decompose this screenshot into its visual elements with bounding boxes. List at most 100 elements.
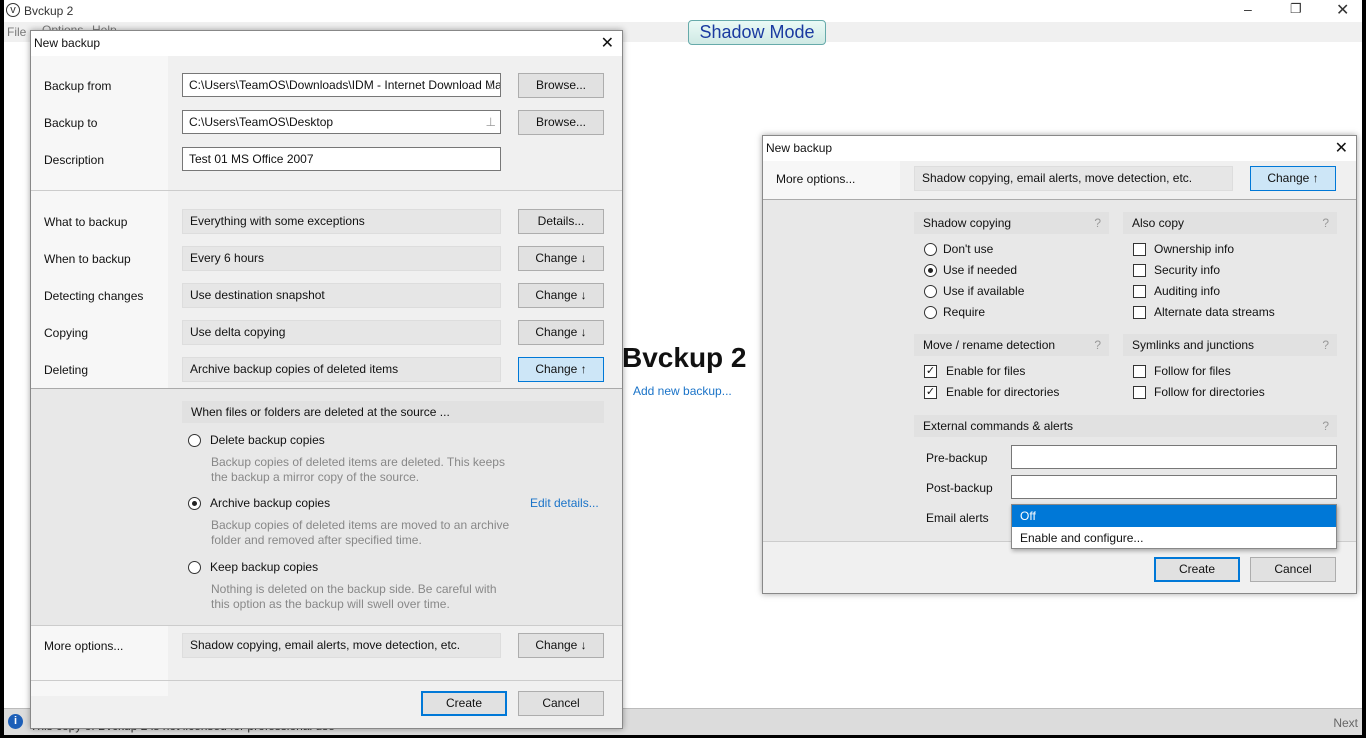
more-options-label: More options...: [776, 172, 856, 186]
shadow-option-label[interactable]: Use if available: [943, 284, 1024, 298]
move-dirs-checkbox[interactable]: ✓: [924, 386, 937, 399]
pin-icon[interactable]: ⊥: [486, 111, 496, 133]
divider: [31, 680, 622, 681]
browse-from-button[interactable]: Browse...: [518, 73, 604, 98]
close-dialog-button[interactable]: ✕: [1335, 136, 1348, 161]
more-options-value: Shadow copying, email alerts, move detec…: [914, 166, 1233, 191]
shadow-option-label[interactable]: Don't use: [943, 242, 993, 256]
security-checkbox[interactable]: [1133, 264, 1146, 277]
shadow-mode-button[interactable]: Shadow Mode: [688, 20, 826, 45]
shadow-require-radio[interactable]: [924, 306, 937, 319]
main-heading: Bvckup 2: [622, 342, 747, 373]
auditing-checkbox[interactable]: [1133, 285, 1146, 298]
copying-change-button[interactable]: Change ↓: [518, 320, 604, 345]
delete-radio[interactable]: [188, 434, 201, 447]
checkbox-label[interactable]: Auditing info: [1154, 284, 1220, 298]
create-button[interactable]: Create: [421, 691, 507, 716]
more-options-change-button[interactable]: Change ↓: [518, 633, 604, 658]
move-files-checkbox[interactable]: ✓: [924, 365, 937, 378]
backup-from-value: C:\Users\TeamOS\Downloads\IDM - Internet…: [189, 78, 501, 92]
divider: [31, 190, 622, 191]
copying-value: Use delta copying: [182, 320, 501, 345]
shadow-use-if-needed-radio[interactable]: [924, 264, 937, 277]
keep-option-label[interactable]: Keep backup copies: [210, 560, 318, 574]
archive-hint: Backup copies of deleted items are moved…: [211, 518, 510, 547]
deleting-value: Archive backup copies of deleted items: [182, 357, 501, 382]
close-button[interactable]: ✕: [1336, 0, 1349, 20]
browse-to-button[interactable]: Browse...: [518, 110, 604, 135]
dropdown-option-enable[interactable]: Enable and configure...: [1012, 527, 1336, 549]
more-options-label: More options...: [44, 639, 124, 653]
description-label: Description: [44, 153, 105, 167]
dropdown-option-off[interactable]: Off: [1012, 505, 1336, 527]
help-icon[interactable]: ?: [1322, 212, 1329, 234]
cancel-button[interactable]: Cancel: [1250, 557, 1336, 582]
archive-radio[interactable]: [188, 497, 201, 510]
backup-from-input[interactable]: C:\Users\TeamOS\Downloads\IDM - Internet…: [182, 73, 501, 97]
maximize-button[interactable]: ❐: [1290, 1, 1302, 17]
details-button[interactable]: Details...: [518, 209, 604, 234]
help-icon[interactable]: ?: [1094, 334, 1101, 356]
help-icon[interactable]: ?: [1322, 334, 1329, 356]
checkbox-label[interactable]: Follow for directories: [1154, 385, 1265, 399]
checkbox-label[interactable]: Enable for files: [946, 364, 1025, 378]
cancel-button[interactable]: Cancel: [518, 691, 604, 716]
info-icon: i: [8, 714, 23, 729]
deleting-panel: When files or folders are deleted at the…: [31, 388, 622, 626]
shadow-use-if-available-radio[interactable]: [924, 285, 937, 298]
delete-hint: Backup copies of deleted items are delet…: [211, 455, 505, 484]
backup-from-label: Backup from: [44, 79, 112, 93]
pin-icon[interactable]: ⊥: [486, 74, 496, 96]
also-copy-heading: Also copy?: [1123, 212, 1337, 234]
checkbox-label[interactable]: Ownership info: [1154, 242, 1234, 256]
follow-files-checkbox[interactable]: [1133, 365, 1146, 378]
pre-backup-input[interactable]: [1011, 445, 1337, 469]
copying-label: Copying: [44, 326, 89, 340]
app-title: Bvckup 2: [24, 4, 74, 18]
what-label: What to backup: [44, 215, 128, 229]
close-dialog-button[interactable]: ✕: [601, 31, 614, 56]
when-value: Every 6 hours: [182, 246, 501, 271]
description-input[interactable]: Test 01 MS Office 2007: [182, 147, 501, 171]
edit-details-link[interactable]: Edit details...: [530, 496, 599, 510]
post-backup-label: Post-backup: [926, 481, 993, 495]
more-options-change-button[interactable]: Change ↑: [1250, 166, 1336, 191]
backup-to-input[interactable]: C:\Users\TeamOS\Desktop ⊥: [182, 110, 501, 134]
dialog-title: New backup: [766, 141, 833, 155]
add-new-backup-link[interactable]: Add new backup...: [633, 384, 732, 398]
checkbox-label[interactable]: Enable for directories: [946, 385, 1059, 399]
dialog-title-bar: New backup ✕: [763, 136, 1356, 161]
email-alerts-dropdown[interactable]: Off Enable and configure...: [1011, 504, 1337, 549]
archive-option-label[interactable]: Archive backup copies: [210, 496, 330, 510]
checkbox-label[interactable]: Alternate data streams: [1154, 305, 1275, 319]
symlinks-heading: Symlinks and junctions?: [1123, 334, 1337, 356]
alternate-streams-checkbox[interactable]: [1133, 306, 1146, 319]
shadow-option-label[interactable]: Require: [943, 305, 985, 319]
external-commands-heading: External commands & alerts?: [914, 415, 1337, 437]
deleting-change-button[interactable]: Change ↑: [518, 357, 604, 382]
email-alerts-label: Email alerts: [926, 511, 989, 525]
help-icon[interactable]: ?: [1094, 212, 1101, 234]
detecting-change-button[interactable]: Change ↓: [518, 283, 604, 308]
keep-hint: Nothing is deleted on the backup side. B…: [211, 582, 497, 611]
minimize-button[interactable]: –: [1244, 1, 1252, 17]
keep-radio[interactable]: [188, 561, 201, 574]
title-bar: v Bvckup 2 – ❐ ✕: [4, 0, 1362, 22]
help-icon[interactable]: ?: [1322, 415, 1329, 437]
post-backup-input[interactable]: [1011, 475, 1337, 499]
shadow-dont-use-radio[interactable]: [924, 243, 937, 256]
ownership-checkbox[interactable]: [1133, 243, 1146, 256]
what-value: Everything with some exceptions: [182, 209, 501, 234]
delete-option-label[interactable]: Delete backup copies: [210, 433, 325, 447]
next-button[interactable]: Next: [1333, 716, 1358, 730]
checkbox-label[interactable]: Security info: [1154, 263, 1220, 277]
shadow-option-label[interactable]: Use if needed: [943, 263, 1017, 277]
detecting-label: Detecting changes: [44, 289, 144, 303]
options-panel: Shadow copying? Don't use Use if needed …: [763, 199, 1356, 542]
checkbox-label[interactable]: Follow for files: [1154, 364, 1231, 378]
create-button[interactable]: Create: [1154, 557, 1240, 582]
when-change-button[interactable]: Change ↓: [518, 246, 604, 271]
deleting-heading: When files or folders are deleted at the…: [182, 401, 604, 423]
follow-dirs-checkbox[interactable]: [1133, 386, 1146, 399]
menu-file[interactable]: File: [7, 25, 26, 39]
